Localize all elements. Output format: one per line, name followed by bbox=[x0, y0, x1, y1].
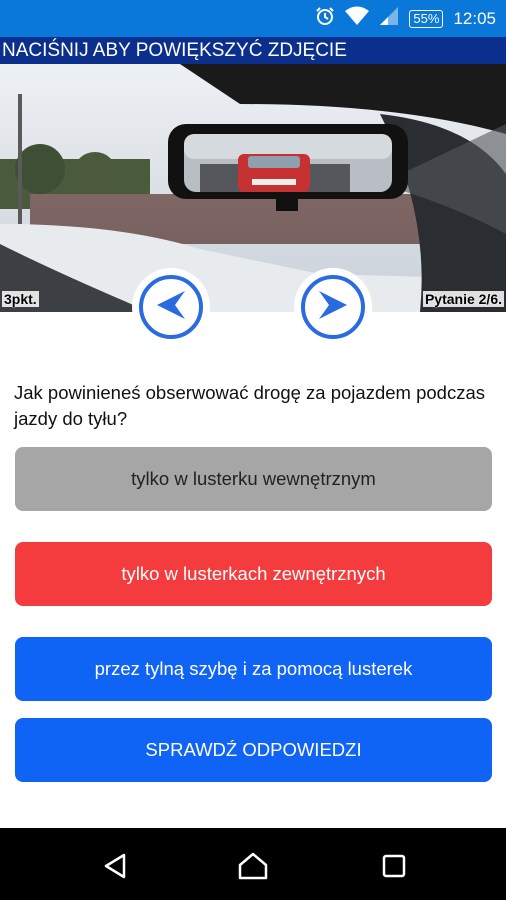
wifi-icon bbox=[345, 6, 370, 31]
home-icon[interactable] bbox=[233, 846, 273, 886]
question-photo[interactable]: 3pkt. Pytanie 2/6. bbox=[0, 64, 506, 312]
answer-option-1[interactable]: tylko w lusterku wewnętrznym bbox=[15, 447, 492, 511]
system-navigation-bar bbox=[0, 828, 506, 900]
clock: 12:05 bbox=[453, 8, 496, 28]
answer-option-3[interactable]: przez tylną szybę i za pomocą lusterek bbox=[15, 637, 492, 701]
answer-option-2[interactable]: tylko w lusterkach zewnętrznych bbox=[15, 542, 492, 606]
question-counter: Pytanie 2/6. bbox=[422, 291, 504, 307]
status-bar: 55% 12:05 bbox=[0, 0, 506, 37]
status-icons: 55% 12:05 bbox=[315, 0, 506, 37]
chevron-right-icon bbox=[315, 287, 351, 328]
next-question-button[interactable] bbox=[294, 268, 372, 346]
previous-question-button[interactable] bbox=[132, 268, 210, 346]
check-answers-button[interactable]: SPRAWDŹ ODPOWIEDZI bbox=[15, 718, 492, 782]
recents-icon[interactable] bbox=[374, 846, 414, 886]
points-label: 3pkt. bbox=[2, 291, 39, 307]
back-icon[interactable] bbox=[95, 846, 135, 886]
battery-icon: 55% bbox=[409, 9, 444, 28]
alarm-icon bbox=[315, 6, 335, 31]
question-text: Jak powinieneś obserwować drogę za pojaz… bbox=[14, 382, 485, 429]
zoom-photo-banner[interactable]: NACIŚNIJ ABY POWIĘKSZYĆ ZDJĘCIE bbox=[0, 37, 506, 64]
road-scene-image bbox=[0, 64, 506, 312]
signal-icon bbox=[379, 6, 399, 31]
chevron-left-icon bbox=[153, 287, 189, 328]
